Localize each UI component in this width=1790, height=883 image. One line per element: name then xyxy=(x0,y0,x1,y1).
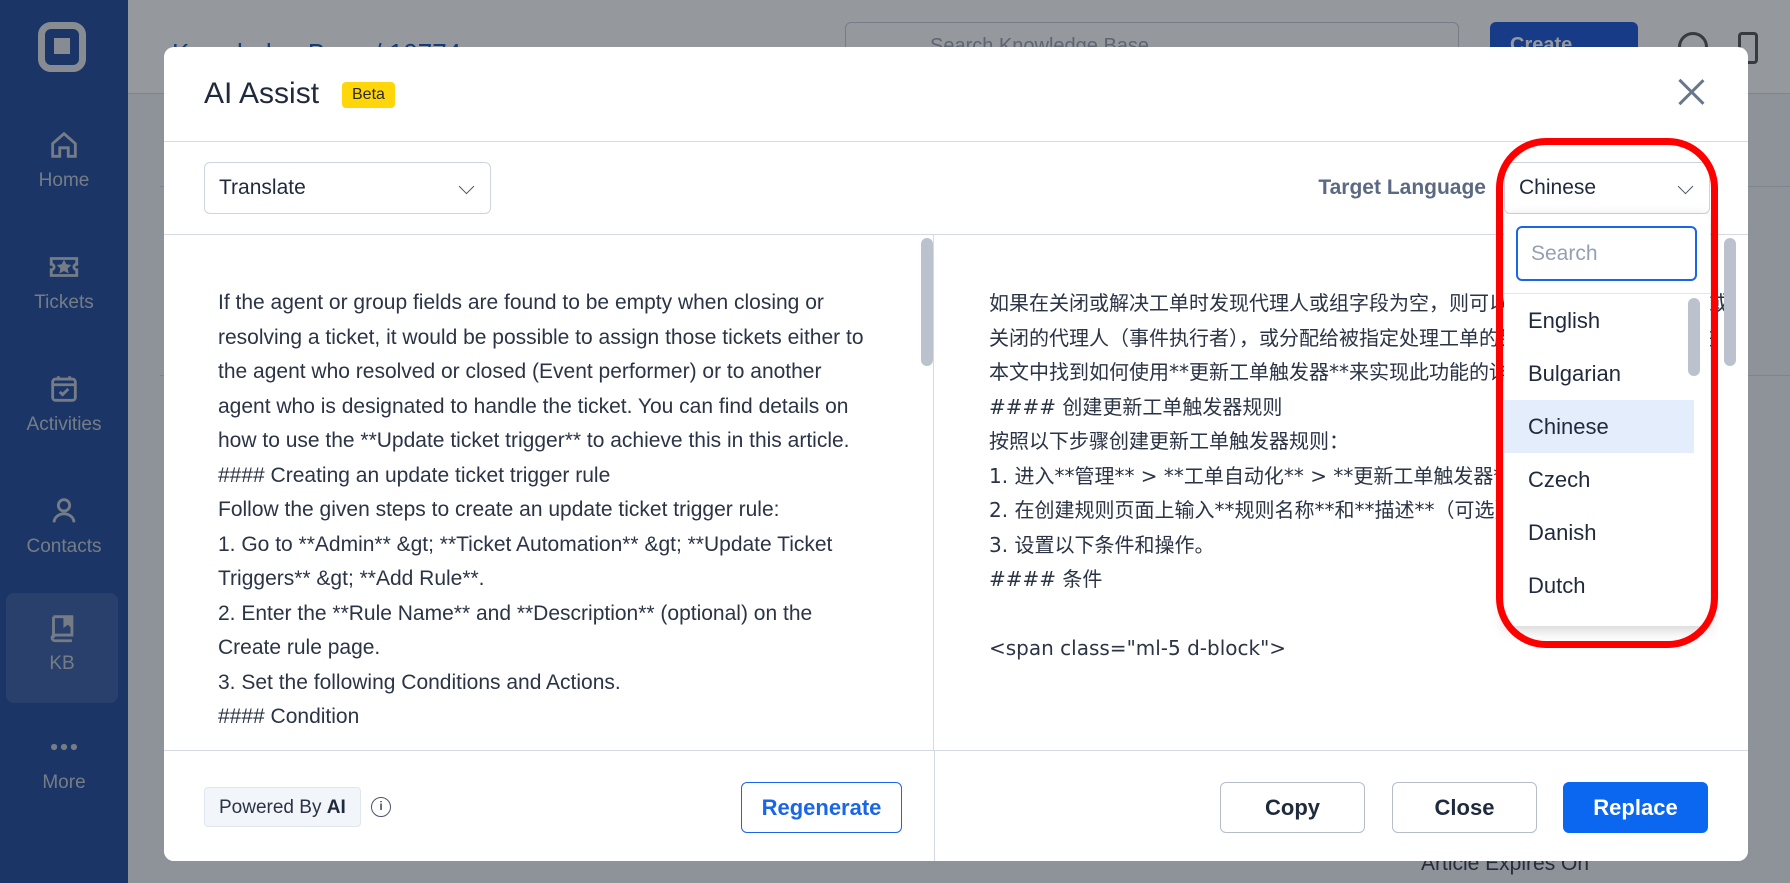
modal-footer: Powered By AI i Regenerate Copy Close Re… xyxy=(164,750,1748,861)
target-language-value: Chinese xyxy=(1519,176,1597,199)
language-dropdown-menu: EnglishBulgarianChineseCzechDanishDutch xyxy=(1504,214,1710,626)
language-options-list: English Bulgarian Chinese Czech Danish Dutch xyxy=(1504,294,1694,612)
powered-by-ai: AI xyxy=(326,797,346,818)
modal-title: AI Assist xyxy=(204,77,320,110)
language-option[interactable]: Danish xyxy=(1504,506,1694,559)
info-icon[interactable]: i xyxy=(371,797,391,817)
replace-button[interactable]: Replace xyxy=(1563,782,1708,833)
chevron-down-icon xyxy=(458,178,475,195)
language-option[interactable]: Chinese xyxy=(1504,400,1694,453)
language-option[interactable]: Bulgarian xyxy=(1504,347,1694,400)
mode-select[interactable]: Translate xyxy=(204,162,491,214)
target-language-select[interactable]: Chinese xyxy=(1504,162,1710,214)
scrollbar[interactable] xyxy=(1724,238,1736,366)
source-text[interactable]: If the agent or group fields are found t… xyxy=(218,286,878,735)
target-language-label: Target Language xyxy=(1318,176,1486,199)
powered-by-badge: Powered By AI xyxy=(204,787,361,827)
chevron-down-icon xyxy=(1677,178,1694,195)
source-text-pane: If the agent or group fields are found t… xyxy=(164,235,934,798)
language-search-input[interactable] xyxy=(1516,226,1697,281)
regenerate-button[interactable]: Regenerate xyxy=(741,782,902,833)
mode-select-value: Translate xyxy=(219,176,306,199)
copy-button[interactable]: Copy xyxy=(1220,782,1365,833)
powered-by-text: Powered By xyxy=(219,797,322,818)
divider xyxy=(934,751,935,861)
language-option[interactable]: English xyxy=(1504,294,1694,347)
scrollbar[interactable] xyxy=(1688,298,1700,376)
language-option[interactable]: Dutch xyxy=(1504,559,1694,612)
beta-badge: Beta xyxy=(342,82,395,108)
scrollbar[interactable] xyxy=(921,238,933,366)
modal-header: AI Assist Beta xyxy=(164,47,1748,142)
close-icon[interactable] xyxy=(1674,75,1708,109)
language-option[interactable]: Czech xyxy=(1504,453,1694,506)
close-button[interactable]: Close xyxy=(1392,782,1537,833)
